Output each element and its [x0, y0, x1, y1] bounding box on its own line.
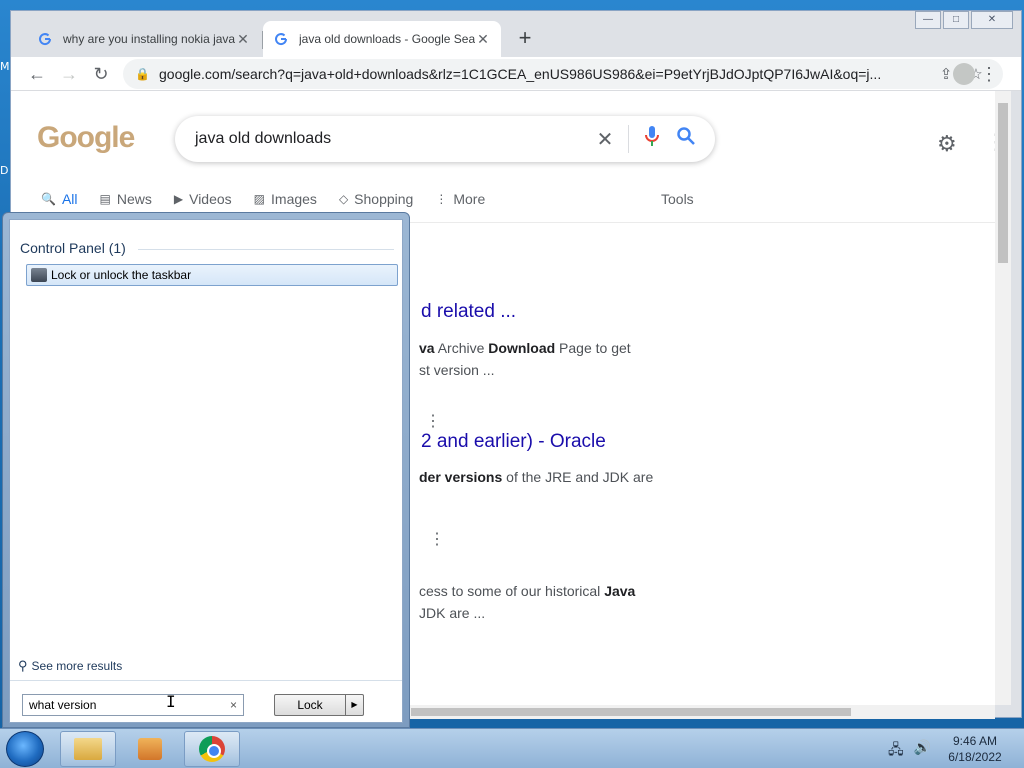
- browser-toolbar: ← → ↻ 🔒 google.com/search?q=java+old+dow…: [11, 57, 1021, 91]
- chrome-icon: [199, 736, 225, 762]
- maximize-button[interactable]: □: [943, 11, 969, 29]
- start-button[interactable]: [6, 731, 44, 767]
- search-query[interactable]: java old downloads: [195, 130, 588, 148]
- tab-more[interactable]: ⋮ More: [435, 191, 485, 207]
- window-controls: — □ ✕: [913, 11, 1013, 29]
- result-title[interactable]: 2 and earlier) - Oracle: [421, 431, 606, 453]
- system-tray: 🖧 🔊: [888, 739, 941, 763]
- browser-tab-inactive[interactable]: why are you installing nokia java ✕: [27, 21, 261, 57]
- tab-images[interactable]: ▨ Images: [254, 191, 317, 207]
- image-icon: ▨: [253, 192, 266, 206]
- news-icon: ▤: [99, 192, 111, 206]
- result-item-label: Lock or unlock the taskbar: [51, 268, 192, 282]
- taskbar-media-player-button[interactable]: [122, 731, 178, 767]
- tab-shopping[interactable]: ◇ Shopping: [339, 191, 413, 207]
- clock-date: 6/18/2022: [948, 750, 1002, 764]
- taskbar-chrome-button[interactable]: [184, 731, 240, 767]
- tab-videos[interactable]: ▶ Videos: [174, 191, 232, 207]
- forward-arrow-icon[interactable]: →: [57, 62, 81, 86]
- text-cursor-icon: I: [166, 692, 176, 711]
- shutdown-options-arrow-icon[interactable]: ▶: [346, 694, 364, 716]
- result-snippet: cess to some of our historical Java: [419, 583, 636, 599]
- tab-title: why are you installing nokia java: [63, 32, 235, 46]
- media-player-icon: [138, 738, 162, 760]
- lock-button[interactable]: Lock: [274, 694, 346, 716]
- clear-icon[interactable]: ✕: [588, 127, 622, 152]
- see-more-results-link[interactable]: ⚲ See more results: [18, 658, 122, 674]
- divider: [138, 249, 394, 250]
- volume-icon[interactable]: 🔊: [914, 739, 931, 763]
- scrollbar-thumb[interactable]: [998, 103, 1008, 263]
- clock[interactable]: 9:46 AM 6/18/2022: [938, 733, 1012, 765]
- network-icon[interactable]: 🖧: [888, 739, 904, 763]
- profile-avatar[interactable]: [947, 63, 981, 85]
- result-options-icon[interactable]: ⋮: [429, 529, 445, 549]
- result-item-lock-taskbar[interactable]: Lock or unlock the taskbar: [26, 264, 398, 286]
- folder-icon: [74, 738, 102, 760]
- clear-search-icon[interactable]: ×: [230, 698, 237, 712]
- more-options-icon[interactable]: ⋮: [985, 129, 995, 155]
- google-doodle-logo[interactable]: Google: [37, 121, 135, 155]
- search-nav-tabs: 🔍 All ▤ News ▶ Videos ▨ Images ◇ Shopping ⋮ Mo…: [41, 191, 507, 207]
- tag-icon: ◇: [338, 192, 349, 206]
- more-vert-icon: ⋮: [435, 192, 448, 206]
- tab-strip: why are you installing nokia java ✕ java…: [11, 11, 1021, 57]
- lock-icon: 🔒: [135, 67, 150, 81]
- divider: [10, 680, 402, 681]
- vertical-scrollbar[interactable]: [995, 91, 1011, 705]
- close-icon[interactable]: ✕: [475, 31, 491, 48]
- clock-time: 9:46 AM: [952, 734, 998, 748]
- tab-title: java old downloads - Google Sea: [299, 32, 475, 46]
- tab-all[interactable]: 🔍 All: [41, 191, 78, 207]
- control-panel-icon: [31, 268, 47, 282]
- lock-split-button: Lock ▶: [274, 694, 366, 716]
- result-title[interactable]: d related ...: [421, 301, 516, 323]
- google-search-box[interactable]: java old downloads ✕: [175, 116, 715, 162]
- start-search-input[interactable]: what version ×: [22, 694, 244, 716]
- video-icon: ▶: [173, 192, 184, 206]
- tools-button[interactable]: Tools: [661, 191, 694, 207]
- microphone-icon[interactable]: [635, 126, 669, 152]
- start-menu-results-pane: Control Panel (1) Lock or unlock the tas…: [9, 219, 403, 723]
- back-arrow-icon[interactable]: ←: [25, 62, 49, 86]
- taskbar: 🖧 🔊 9:46 AM 6/18/2022: [0, 728, 1024, 768]
- tab-news[interactable]: ▤ News: [100, 191, 152, 207]
- results-category-heading[interactable]: Control Panel (1): [20, 240, 126, 256]
- search-icon: 🔍: [41, 192, 56, 206]
- taskbar-explorer-button[interactable]: [60, 731, 116, 767]
- settings-gear-icon[interactable]: ⚙: [937, 131, 957, 157]
- browser-tab-active[interactable]: java old downloads - Google Sea ✕: [263, 21, 501, 57]
- close-icon[interactable]: ✕: [235, 31, 251, 48]
- result-options-icon[interactable]: ⋮: [425, 411, 441, 431]
- divider: [628, 125, 629, 153]
- url-text: google.com/search?q=java+old+downloads&r…: [159, 66, 882, 82]
- reload-icon[interactable]: ↻: [89, 62, 113, 86]
- minimize-button[interactable]: —: [915, 11, 941, 29]
- google-favicon-icon: [273, 31, 289, 47]
- close-window-button[interactable]: ✕: [971, 11, 1013, 29]
- result-snippet: va Archive Download Page to get: [419, 340, 631, 356]
- result-snippet: JDK are ...: [419, 605, 486, 621]
- address-bar[interactable]: 🔒 google.com/search?q=java+old+downloads…: [123, 59, 1003, 89]
- chrome-menu-icon[interactable]: ⋮: [977, 62, 1001, 86]
- search-icon[interactable]: [669, 127, 703, 151]
- magnifier-icon: ⚲: [18, 658, 28, 673]
- scrollbar-thumb[interactable]: [411, 708, 851, 716]
- result-snippet: st version ...: [419, 362, 495, 378]
- start-menu: Control Panel (1) Lock or unlock the tas…: [2, 212, 410, 728]
- result-snippet: der versions of the JRE and JDK are: [419, 469, 654, 485]
- search-text[interactable]: what version: [29, 698, 230, 712]
- google-favicon-icon: [37, 31, 53, 47]
- new-tab-button[interactable]: +: [511, 25, 539, 53]
